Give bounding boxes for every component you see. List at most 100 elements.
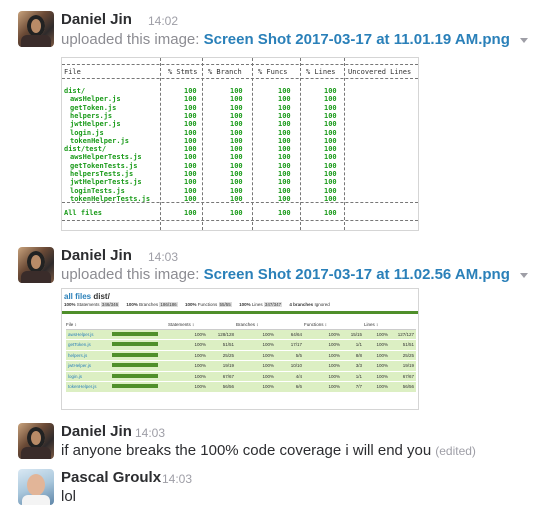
terminal-value: 100 [230,170,243,178]
upload-prefix: uploaded this image: [61,266,200,283]
avatar[interactable] [18,247,54,283]
col-stmts-frac [208,321,236,330]
report-cell: 100% [236,339,276,351]
report-row: jwtHelper.js 100% 19/19 100% 10/10 100% 3/3 100… [66,360,416,372]
terminal-row: awsHelperTests.js 100 100 100 100 [62,153,418,161]
col-branches: Branches ↕ [236,321,276,330]
terminal-value: 100 [324,95,337,104]
terminal-row: dist/test/100 100 100 100 [62,145,418,153]
terminal-value: 100 [184,111,197,120]
report-file-link[interactable]: login.js [66,371,112,382]
terminal-row: tokenHelper.js 100 100 100 100 [62,137,418,145]
report-file-link[interactable]: helpers.js [66,350,112,361]
report-cell: 100% [304,350,342,361]
message-text: if anyone breaks the 100% code coverage … [61,442,476,459]
terminal-value: 100 [324,178,337,187]
timestamp[interactable]: 14:03 [162,472,192,486]
terminal-header-stmts: % Stmts [168,68,198,76]
timestamp[interactable]: 14:03 [148,250,178,264]
report-cell: 17/17 [276,339,304,351]
report-row: tokenHelper.js 100% 56/56 100% 6/6 100% 7/7 100… [66,381,416,393]
terminal-value: 100 [230,87,243,95]
summary-pct: 100% [184,302,197,307]
terminal-value: 100 [184,103,197,112]
report-cell: 56/56 [208,381,236,393]
col-branches-frac [276,321,304,330]
terminal-row: loginTests.js 100 100 100 100 [62,187,418,195]
report-cell: 100% [168,360,208,372]
chevron-down-icon[interactable] [520,37,529,43]
report-cell: 100% [304,381,342,393]
report-title: all files dist/ [64,292,110,301]
terminal-value: 100 [278,95,291,104]
col-file: File ↕ [66,321,112,330]
report-file-link[interactable]: getToken.js [66,339,112,351]
chevron-down-icon[interactable] [520,272,529,278]
summary-pct: 100% [126,302,138,307]
coverage-bar [112,371,168,382]
terminal-value: 100 [230,95,243,104]
report-cell: 1/1 [342,339,364,351]
terminal-row: jwtHelper.js 100 100 100 100 [62,120,418,128]
file-link[interactable]: Screen Shot 2017-03-17 at 11.01.19 AM.pn… [204,31,510,48]
author-name[interactable]: Pascal Groulx [61,469,161,486]
report-cell: 100% [168,381,208,393]
terminal-header-lines: % Lines [306,68,336,76]
author-name[interactable]: Daniel Jin [61,11,132,28]
report-cell: 15/15 [342,329,364,340]
terminal-value: 100 [230,111,243,120]
upload-line: uploaded this image: Screen Shot 2017-03… [61,31,529,48]
report-cell: 5/5 [276,350,304,361]
report-cell: 25/25 [390,350,416,361]
coverage-bar-fill [112,331,158,336]
terminal-header-branch: % Branch [208,68,242,76]
author-name[interactable]: Daniel Jin [61,247,132,264]
terminal-value: 100 [184,128,197,137]
report-cell: 100% [304,329,342,340]
report-file-link[interactable]: jwtHelper.js [66,360,112,372]
report-file-link[interactable]: awsHelper.js [66,329,112,340]
terminal-header-uncovered: Uncovered Lines [348,68,412,76]
terminal-value: 100 [324,111,337,120]
report-file-link[interactable]: tokenHelper.js [66,381,112,393]
terminal-value: 100 [278,111,291,120]
terminal-row: awsHelper.js 100 100 100 100 [62,95,418,103]
timestamp[interactable]: 14:03 [135,426,165,440]
coverage-report-image[interactable]: all files dist/ 100% Statements 346/346 … [61,288,419,410]
col-bar [112,321,168,330]
report-cell: 19/19 [208,360,236,372]
report-cell: 51/51 [390,339,416,351]
coverage-bar [112,360,168,372]
terminal-header-file: File [64,68,81,76]
report-cell: 51/51 [208,339,236,351]
timestamp[interactable]: 14:02 [148,14,178,28]
avatar[interactable] [18,11,54,47]
terminal-file: login.js [70,128,104,137]
coverage-bar [112,381,168,393]
author-name[interactable]: Daniel Jin [61,423,132,440]
report-cell: 100% [168,350,208,361]
terminal-total-value: 100 [184,209,197,217]
report-header-row: File ↕ Statements ↕ Branches ↕ Functions… [66,321,416,330]
file-link[interactable]: Screen Shot 2017-03-17 at 11.02.56 AM.pn… [204,266,510,283]
avatar[interactable] [18,423,54,459]
terminal-value: 100 [230,161,243,170]
terminal-value: 100 [278,161,291,170]
report-cell: 100% [364,381,390,393]
report-cell: 100% [364,360,390,372]
avatar[interactable] [18,469,54,505]
terminal-value: 100 [230,178,243,187]
terminal-value: 100 [184,178,197,187]
terminal-value: 100 [324,136,337,145]
report-cell: 100% [364,371,390,382]
report-cell: 3/3 [342,360,364,372]
message-body: if anyone breaks the 100% code coverage … [61,442,432,459]
terminal-row: getTokenTests.js 100 100 100 100 [62,162,418,170]
summary-label: Lines [251,302,263,307]
coverage-bar-fill [112,342,158,347]
terminal-header: File % Stmts % Branch % Funcs % Lines Un… [62,68,418,76]
coverage-terminal-image[interactable]: File % Stmts % Branch % Funcs % Lines Un… [61,57,419,231]
report-title-link: all files [64,292,92,301]
terminal-value: 100 [184,120,197,129]
summary-ignored: 4 branches [289,302,314,307]
